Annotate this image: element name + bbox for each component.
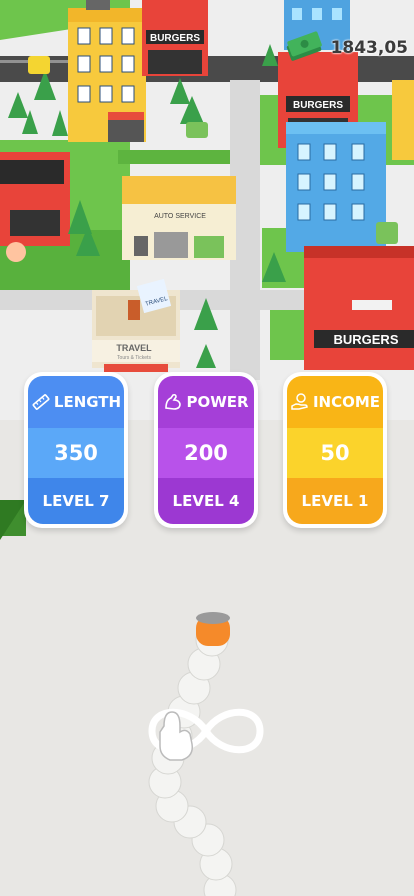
upgrade-value-power: 200 — [158, 428, 254, 478]
infinity-swipe-hand-icon — [148, 708, 264, 761]
upgrade-label-power: POWER — [186, 393, 249, 411]
upgrade-value-length: 350 — [28, 428, 124, 478]
travel-sign: TRAVEL — [116, 343, 152, 353]
ruler-icon — [32, 394, 50, 410]
burgers-sign-3: BURGERS — [333, 332, 398, 347]
upgrade-card-power[interactable]: POWER 200 LEVEL 4 — [154, 372, 258, 528]
upgrade-level-length: LEVEL 7 — [28, 478, 124, 524]
upgrade-level-income: LEVEL 1 — [287, 478, 383, 524]
upgrade-header-length: LENGTH — [28, 376, 124, 428]
flexed-arm-icon — [165, 393, 182, 410]
upgrade-header-power: POWER — [158, 376, 254, 428]
cash-stack-icon — [286, 31, 322, 61]
upgrade-value-income: 50 — [287, 428, 383, 478]
burgers-sign-1: BURGERS — [150, 33, 200, 44]
upgrade-label-income: INCOME — [312, 393, 381, 411]
burgers-sign-2: BURGERS — [293, 100, 343, 111]
travel-subsign: Tours & Tickets — [117, 355, 151, 361]
upgrade-level-power: LEVEL 4 — [158, 478, 254, 524]
upgrade-label-length: LENGTH — [53, 393, 122, 411]
money-counter: 1843,05 — [285, 31, 408, 62]
upgrade-card-income[interactable]: INCOME 50 LEVEL 1 — [283, 372, 387, 528]
auto-service-sign: AUTO SERVICE — [154, 213, 206, 220]
money-value: 1843,05 — [330, 38, 408, 58]
upgrade-card-length[interactable]: LENGTH 350 LEVEL 7 — [24, 372, 128, 528]
upgrade-header-income: INCOME — [287, 376, 383, 428]
hand-coin-icon — [291, 393, 308, 410]
